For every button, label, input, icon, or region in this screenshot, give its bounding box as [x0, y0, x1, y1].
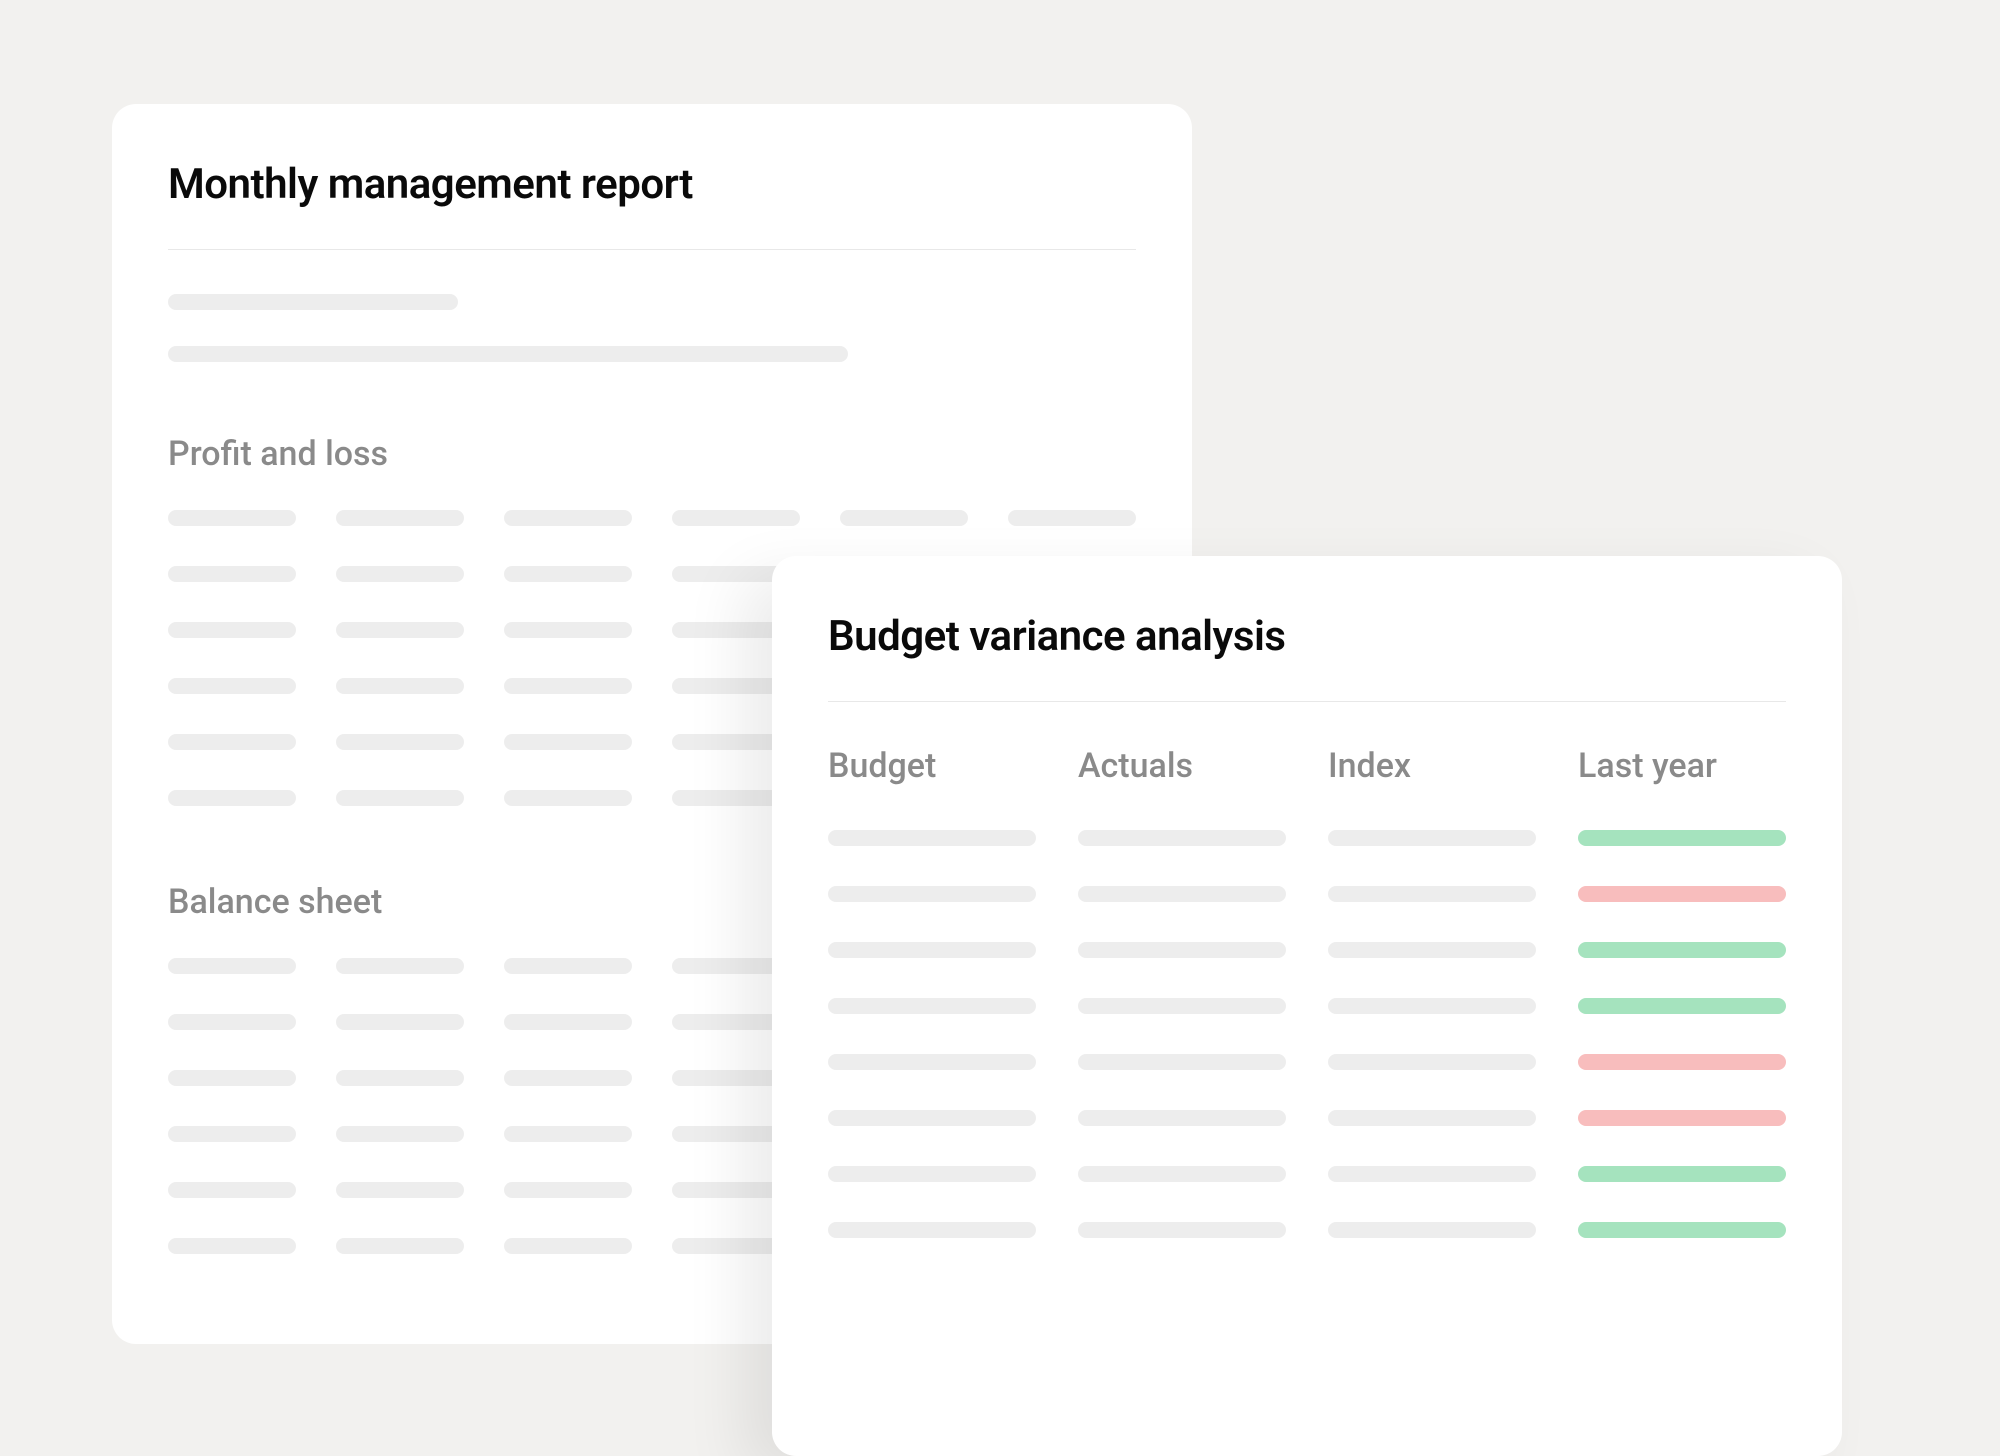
- placeholder-cell: [504, 622, 632, 638]
- placeholder-cell: [336, 622, 464, 638]
- placeholder-cell: [1078, 1110, 1286, 1126]
- placeholder-cell: [504, 1126, 632, 1142]
- table-row: [828, 886, 1786, 902]
- placeholder-cell: [504, 734, 632, 750]
- report-summary-placeholder: [168, 294, 1136, 362]
- table-row: [828, 830, 1786, 846]
- placeholder-cell: [1078, 1054, 1286, 1070]
- placeholder-cell: [1328, 1054, 1536, 1070]
- table-row: [168, 510, 1136, 526]
- column-header-budget: Budget: [828, 746, 1036, 786]
- column-header-last-year: Last year: [1578, 746, 1786, 786]
- placeholder-cell: [1328, 830, 1536, 846]
- placeholder-cell: [336, 566, 464, 582]
- placeholder-cell: [1078, 1222, 1286, 1238]
- placeholder-cell: [1328, 942, 1536, 958]
- report-title: Monthly management report: [168, 160, 1136, 209]
- column-header-index: Index: [1328, 746, 1536, 786]
- placeholder-cell: [1328, 1166, 1536, 1182]
- status-cell-red: [1578, 1110, 1786, 1126]
- placeholder-cell: [336, 678, 464, 694]
- table-row: [828, 942, 1786, 958]
- placeholder-line: [168, 294, 458, 310]
- table-row: [828, 1222, 1786, 1238]
- placeholder-cell: [1328, 1222, 1536, 1238]
- placeholder-cell: [1078, 830, 1286, 846]
- placeholder-cell: [504, 790, 632, 806]
- placeholder-cell: [672, 510, 800, 526]
- placeholder-cell: [336, 1070, 464, 1086]
- placeholder-cell: [168, 566, 296, 582]
- table-row: [828, 998, 1786, 1014]
- placeholder-cell: [1328, 1110, 1536, 1126]
- placeholder-cell: [504, 958, 632, 974]
- table-row: [828, 1054, 1786, 1070]
- placeholder-cell: [504, 566, 632, 582]
- variance-table: [828, 830, 1786, 1238]
- placeholder-cell: [828, 1110, 1036, 1126]
- table-row: [828, 1110, 1786, 1126]
- status-cell-green: [1578, 1166, 1786, 1182]
- placeholder-cell: [828, 942, 1036, 958]
- placeholder-cell: [168, 958, 296, 974]
- placeholder-cell: [168, 1126, 296, 1142]
- status-cell-green: [1578, 998, 1786, 1014]
- placeholder-cell: [504, 1014, 632, 1030]
- budget-variance-card: Budget variance analysis Budget Actuals …: [772, 556, 1842, 1456]
- placeholder-cell: [504, 678, 632, 694]
- placeholder-cell: [504, 1238, 632, 1254]
- placeholder-cell: [828, 1222, 1036, 1238]
- placeholder-cell: [336, 734, 464, 750]
- divider: [168, 249, 1136, 250]
- placeholder-cell: [336, 1238, 464, 1254]
- placeholder-cell: [336, 958, 464, 974]
- placeholder-cell: [336, 510, 464, 526]
- placeholder-cell: [828, 1054, 1036, 1070]
- placeholder-cell: [336, 1182, 464, 1198]
- placeholder-cell: [828, 1166, 1036, 1182]
- profit-loss-heading: Profit and loss: [168, 434, 1136, 474]
- variance-title: Budget variance analysis: [828, 612, 1786, 661]
- placeholder-cell: [1328, 886, 1536, 902]
- placeholder-cell: [1078, 942, 1286, 958]
- placeholder-line: [168, 346, 848, 362]
- divider: [828, 701, 1786, 702]
- placeholder-cell: [1008, 510, 1136, 526]
- placeholder-cell: [504, 1070, 632, 1086]
- placeholder-cell: [336, 1014, 464, 1030]
- placeholder-cell: [336, 1126, 464, 1142]
- placeholder-cell: [168, 1238, 296, 1254]
- placeholder-cell: [840, 510, 968, 526]
- placeholder-cell: [1078, 1166, 1286, 1182]
- placeholder-cell: [828, 830, 1036, 846]
- placeholder-cell: [168, 790, 296, 806]
- placeholder-cell: [1078, 886, 1286, 902]
- variance-column-headers: Budget Actuals Index Last year: [828, 746, 1786, 786]
- placeholder-cell: [336, 790, 464, 806]
- placeholder-cell: [828, 998, 1036, 1014]
- status-cell-red: [1578, 1054, 1786, 1070]
- placeholder-cell: [168, 678, 296, 694]
- placeholder-cell: [168, 1014, 296, 1030]
- status-cell-green: [1578, 942, 1786, 958]
- status-cell-red: [1578, 886, 1786, 902]
- placeholder-cell: [168, 622, 296, 638]
- placeholder-cell: [168, 1182, 296, 1198]
- placeholder-cell: [168, 510, 296, 526]
- status-cell-green: [1578, 830, 1786, 846]
- placeholder-cell: [504, 1182, 632, 1198]
- placeholder-cell: [168, 734, 296, 750]
- placeholder-cell: [504, 510, 632, 526]
- placeholder-cell: [1078, 998, 1286, 1014]
- placeholder-cell: [168, 1070, 296, 1086]
- status-cell-green: [1578, 1222, 1786, 1238]
- placeholder-cell: [828, 886, 1036, 902]
- placeholder-cell: [1328, 998, 1536, 1014]
- column-header-actuals: Actuals: [1078, 746, 1286, 786]
- table-row: [828, 1166, 1786, 1182]
